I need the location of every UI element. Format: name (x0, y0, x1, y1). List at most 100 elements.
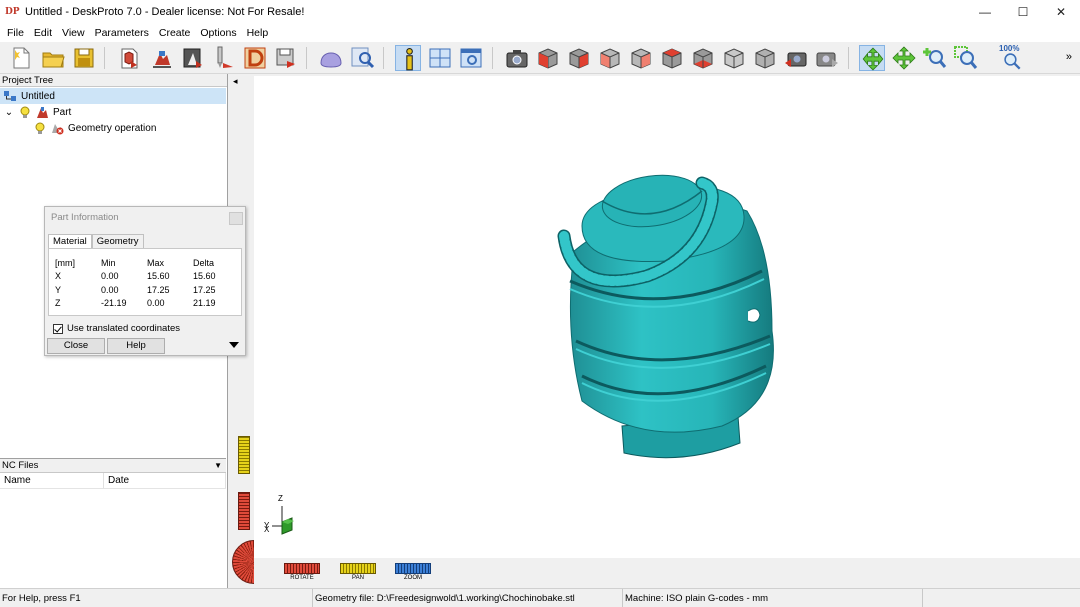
close-dialog-button[interactable]: Close (47, 338, 105, 354)
cube-view-icon (600, 48, 620, 69)
nc-files-header: NC Files ▼ (0, 459, 226, 473)
open-project-button[interactable] (40, 45, 66, 71)
table-cell: 17.25 (193, 284, 216, 295)
write-nc-button[interactable] (273, 45, 299, 71)
table-cell: 21.19 (193, 298, 216, 309)
view-bottom-button[interactable] (690, 45, 716, 71)
project-tree-header: Project Tree (0, 74, 227, 87)
view-front-button[interactable] (535, 45, 561, 71)
view-back-button[interactable] (597, 45, 623, 71)
previous-view-button[interactable] (783, 45, 809, 71)
tree-item-part[interactable]: ⌄ Part (0, 104, 71, 120)
table-cell: 15.60 (193, 271, 216, 282)
nc-files-dropdown-icon[interactable]: ▼ (214, 459, 222, 473)
nc-column-date[interactable]: Date (104, 473, 226, 488)
view-top-button[interactable] (659, 45, 685, 71)
column-header: Min (101, 257, 116, 268)
view-left-button[interactable] (628, 45, 654, 71)
view-iso-2-button[interactable] (752, 45, 778, 71)
zoom-100-button[interactable]: 100% (999, 44, 1029, 71)
cutter-icon (217, 46, 233, 68)
table-cell: 0.00 (147, 298, 165, 309)
operation-icon (183, 48, 202, 68)
menu-help[interactable]: Help (242, 27, 274, 39)
menu-view[interactable]: View (57, 27, 90, 39)
project-icon (4, 91, 16, 101)
tool-button[interactable] (211, 45, 237, 71)
cube-view-icon (569, 48, 589, 69)
table-cell: X (55, 271, 62, 282)
window-title: Untitled - DeskProto 7.0 - Dealer licens… (25, 6, 305, 18)
part-information-dialog: Part Information Material Geometry [mm] … (44, 206, 246, 356)
operation-error-icon (52, 124, 64, 135)
nc-column-name[interactable]: Name (0, 473, 104, 488)
pan-wheel[interactable] (340, 563, 376, 574)
next-view-button[interactable] (814, 45, 840, 71)
menu-file[interactable]: File (2, 27, 29, 39)
3d-viewport[interactable]: Z Y X (254, 76, 1080, 558)
rotate-vertical-wheel[interactable] (238, 492, 250, 530)
menu-create[interactable]: Create (154, 27, 196, 39)
material-button[interactable] (242, 45, 268, 71)
part-parameters-button[interactable] (149, 45, 175, 71)
axis-triad-icon (272, 506, 294, 535)
pan-mode-button[interactable] (891, 45, 917, 71)
table-cell: 15.60 (147, 271, 170, 282)
expander-icon[interactable]: ⌄ (2, 107, 16, 118)
maximize-button[interactable]: ☐ (1004, 0, 1042, 24)
zoom-in-icon (923, 48, 947, 68)
view-right-button[interactable] (566, 45, 592, 71)
rotate-mode-button[interactable] (859, 45, 885, 71)
operation-parameters-button[interactable] (180, 45, 206, 71)
cube-iso-icon (755, 48, 775, 69)
checkbox-label: Use translated coordinates (67, 323, 181, 334)
preview-button[interactable] (349, 45, 375, 71)
table-row: Z -21.19 0.00 21.19 (55, 297, 237, 311)
toolbar-overflow-button[interactable]: » (1066, 51, 1072, 63)
cube-view-icon (693, 48, 713, 69)
checkbox-checked-icon[interactable] (53, 323, 63, 334)
column-header: Max (147, 257, 165, 268)
zoom-window-icon (954, 46, 978, 69)
tree-item-project[interactable]: Untitled (0, 88, 226, 104)
status-machine: Machine: ISO plain G-codes - mm (623, 588, 923, 607)
menu-edit[interactable]: Edit (29, 27, 57, 39)
menu-options[interactable]: Options (195, 27, 241, 39)
simulation-button[interactable] (318, 45, 344, 71)
tree-item-geometry-operation[interactable]: Geometry operation (33, 120, 156, 136)
menu-parameters[interactable]: Parameters (90, 27, 154, 39)
tab-geometry[interactable]: Geometry (91, 234, 144, 249)
toolbar-separator (492, 47, 493, 69)
view-window-button[interactable] (458, 45, 484, 71)
zoom-window-button[interactable] (953, 45, 979, 71)
save-project-button[interactable] (71, 45, 97, 71)
help-button[interactable]: Help (107, 338, 165, 354)
dialog-title-bar[interactable]: Part Information (45, 207, 245, 229)
menu-bar: File Edit View Parameters Create Options… (0, 24, 1080, 42)
lightbulb-icon[interactable] (33, 121, 47, 135)
d-letter-icon (244, 47, 266, 69)
zoom-in-button[interactable] (922, 45, 948, 71)
close-button[interactable]: ✕ (1042, 0, 1080, 24)
zoom-wheel[interactable] (395, 563, 431, 574)
pan-vertical-wheel[interactable] (238, 436, 250, 474)
view-iso-button[interactable] (721, 45, 747, 71)
minimize-button[interactable]: — (966, 0, 1004, 24)
part-model-render[interactable] (552, 171, 782, 471)
tree-item-geometry-operation-label: Geometry operation (68, 122, 157, 134)
save-nc-icon (276, 48, 295, 68)
tab-material[interactable]: Material (48, 234, 92, 249)
lightbulb-icon[interactable] (18, 105, 32, 119)
dialog-tabs: Material Geometry (48, 234, 144, 249)
part-information-button[interactable] (395, 45, 421, 71)
rotate-wheel[interactable] (284, 563, 320, 574)
layout-button[interactable] (427, 45, 453, 71)
load-geometry-button[interactable] (117, 45, 143, 71)
dialog-close-icon[interactable] (229, 212, 243, 225)
camera-view-button[interactable] (504, 45, 530, 71)
new-project-button[interactable] (8, 45, 34, 71)
use-translated-coordinates-checkbox[interactable]: Use translated coordinates (53, 323, 180, 334)
part-icon (153, 51, 171, 68)
collapse-panel-arrow[interactable]: ◂ (233, 76, 238, 87)
expand-dialog-icon[interactable] (229, 342, 239, 348)
